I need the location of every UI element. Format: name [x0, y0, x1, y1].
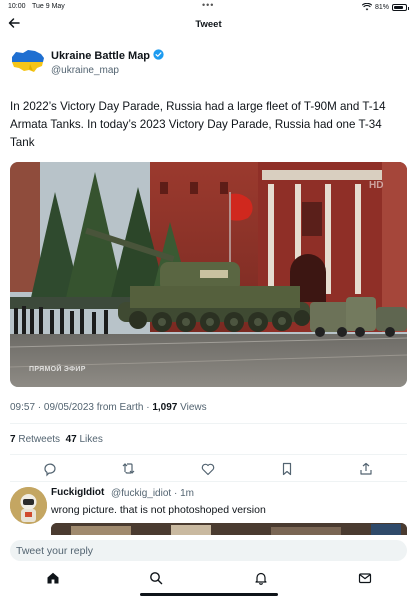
like-icon[interactable] [200, 461, 216, 477]
tweet-media[interactable]: HD ПРЯМОЙ ЭФИР [10, 162, 407, 387]
status-bar: 10:00 Tue 9 May ••• 81% [0, 0, 417, 13]
bookmark-icon[interactable] [279, 461, 295, 477]
search-icon[interactable] [149, 571, 163, 585]
tweet-date: 09/05/2023 [43, 402, 94, 413]
reply-icon[interactable] [42, 461, 58, 477]
wifi-icon [361, 3, 372, 11]
media-watermark: ПРЯМОЙ ЭФИР [29, 366, 86, 373]
likes-stat[interactable]: 47 Likes [66, 434, 103, 445]
reply-text: wrong picture. that is not photoshoped v… [51, 504, 266, 516]
tweet-source: from Earth [96, 402, 144, 413]
retweet-icon[interactable] [121, 461, 137, 477]
likes-count: 47 [65, 434, 77, 445]
reply-author-name[interactable]: FuckigIdiot [51, 487, 104, 498]
tweet-time: 09:57 [10, 402, 36, 413]
tweet-stats: 7 Retweets 47 Likes [10, 434, 103, 445]
status-right: 81% [361, 3, 409, 11]
views-label: Views [180, 402, 207, 413]
messages-icon[interactable] [358, 571, 372, 585]
verified-badge-icon [153, 49, 164, 60]
retweets-label: Retweets [18, 434, 61, 445]
battery-icon [392, 3, 409, 11]
tweet-actions [0, 461, 417, 481]
home-icon[interactable] [46, 571, 60, 585]
status-date: Tue 9 May [32, 3, 65, 10]
share-icon[interactable] [358, 461, 374, 477]
notifications-icon[interactable] [254, 571, 268, 585]
tweet-meta: 09:57 · 09/05/2023 from Earth · 1,097 Vi… [10, 402, 207, 413]
multitask-dots[interactable]: ••• [202, 0, 214, 10]
reply-avatar[interactable] [10, 487, 47, 524]
retweets-count: 7 [10, 434, 16, 445]
divider [10, 423, 407, 424]
author-handle[interactable]: @ukraine_map [51, 65, 119, 76]
page-title: Tweet [195, 19, 222, 30]
retweets-stat[interactable]: 7 Retweets [10, 434, 60, 445]
author-avatar[interactable] [10, 47, 46, 75]
divider [10, 454, 407, 455]
media-corner-text: HD [369, 180, 383, 191]
views-count: 1,097 [152, 402, 178, 413]
reply-input-placeholder: Tweet your reply [16, 545, 94, 557]
reply-author-handle[interactable]: @fuckig_idiot · 1m [111, 488, 194, 499]
author-name[interactable]: Ukraine Battle Map [51, 50, 150, 62]
tweet-header: Tweet [0, 13, 417, 37]
battery-percent: 81% [374, 3, 389, 11]
tweet-text: In 2022’s Victory Day Parade, Russia had… [10, 100, 386, 149]
likes-label: Likes [79, 434, 103, 445]
status-time: 10:00 [8, 3, 26, 10]
divider [10, 481, 407, 482]
home-indicator[interactable] [140, 593, 278, 596]
